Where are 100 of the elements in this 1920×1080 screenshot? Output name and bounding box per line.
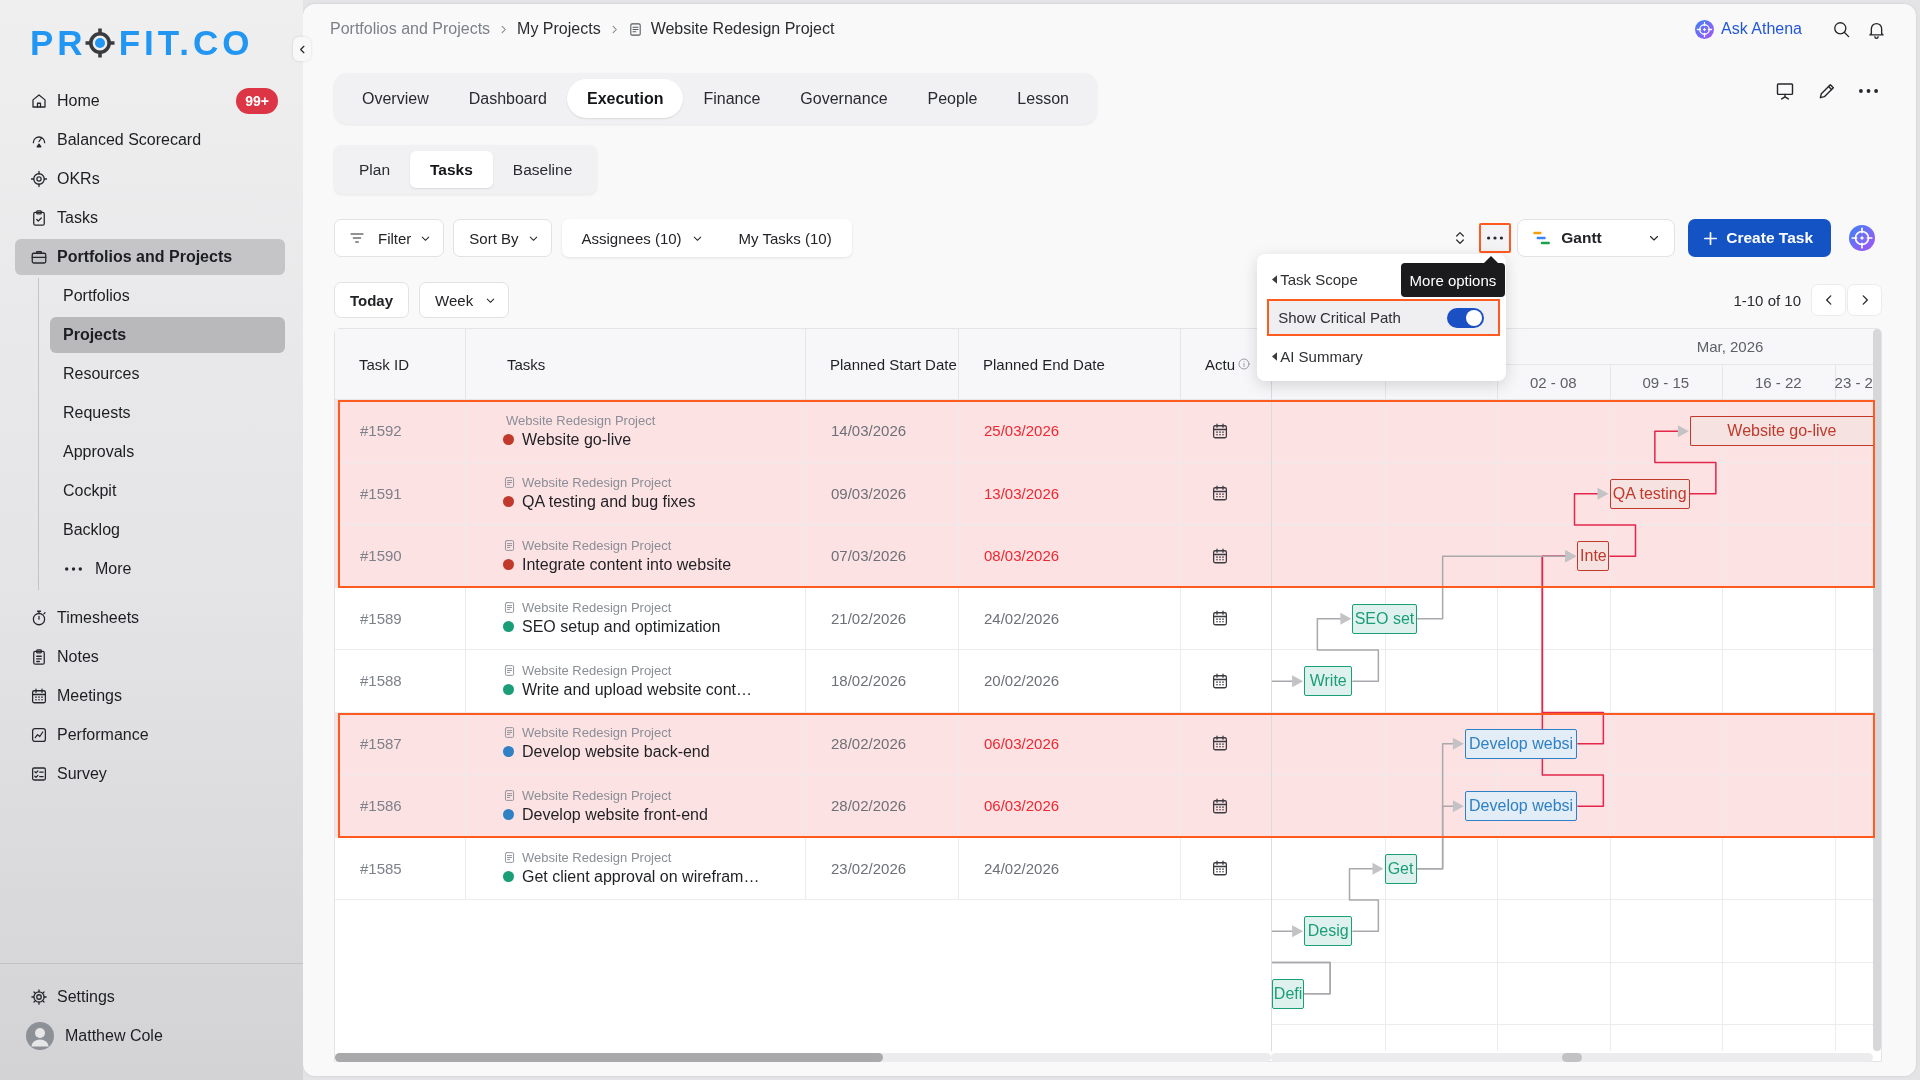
tab[interactable]: Execution	[566, 79, 684, 118]
calendar-icon[interactable]	[1211, 796, 1229, 815]
nav-item[interactable]: Home 99+	[15, 83, 285, 119]
tab[interactable]: Baseline	[492, 151, 593, 188]
text-button[interactable]: My Tasks (10)	[720, 221, 850, 255]
task-id: #1590	[360, 547, 402, 565]
task-name[interactable]: Integrate content into website	[522, 553, 732, 575]
task-bar[interactable]: Develop websi	[1464, 791, 1578, 822]
create-task-button[interactable]: Create Task	[1688, 219, 1831, 257]
scrollbar-thumb[interactable]	[1562, 1052, 1582, 1062]
end-date: 06/03/2026	[984, 797, 1060, 815]
calendar-icon[interactable]	[1211, 734, 1229, 753]
menu-item[interactable]: Show Critical Path	[1267, 299, 1501, 336]
start-date: 09/03/2026	[831, 484, 907, 502]
breadcrumb-current: Website Redesign Project	[650, 20, 835, 38]
nav-subitem[interactable]: More	[50, 551, 285, 587]
today-button[interactable]: Today	[334, 282, 410, 318]
more-icon	[65, 567, 82, 571]
breadcrumb-link[interactable]: My Projects	[517, 20, 601, 38]
task-name[interactable]: Develop website front-end	[522, 803, 708, 825]
week-label: 23 - 2	[1834, 373, 1873, 391]
filter-button[interactable]: Filter	[334, 219, 445, 257]
task-name[interactable]: Website go-live	[522, 428, 632, 450]
task-id: #1586	[360, 797, 402, 815]
tab[interactable]: Governance	[780, 79, 908, 118]
task-bar[interactable]: Develop websi	[1464, 728, 1578, 759]
task-bar[interactable]: Inte	[1577, 541, 1610, 572]
task-id: #1589	[360, 609, 402, 627]
task-name[interactable]: Write and upload website cont…	[522, 678, 753, 700]
calendar-icon[interactable]	[1211, 484, 1229, 503]
dropdown-button[interactable]: Assignees (10)	[563, 221, 721, 255]
more-options-button[interactable]	[1479, 223, 1512, 253]
dropdown-button[interactable]: Week	[419, 282, 510, 318]
tab[interactable]: Overview	[342, 79, 449, 118]
nav-item[interactable]: Survey	[15, 756, 285, 792]
filter-icon	[349, 230, 365, 246]
calendar-icon[interactable]	[1211, 859, 1229, 878]
dropdown-button[interactable]: Sort By	[453, 219, 552, 257]
nav-subitem[interactable]: Projects	[50, 317, 285, 353]
user-menu[interactable]: Matthew Cole	[15, 1018, 285, 1054]
more-icon[interactable]	[1859, 89, 1878, 93]
tab[interactable]: Plan	[339, 151, 411, 188]
end-date: 24/02/2026	[984, 609, 1060, 627]
collapse-button[interactable]	[293, 37, 311, 61]
tab[interactable]: Tasks	[410, 151, 493, 188]
nav-subitem[interactable]: Requests	[50, 395, 285, 431]
info-icon	[1238, 358, 1250, 370]
home-icon	[30, 92, 48, 110]
more-icon	[1487, 236, 1504, 240]
task-name[interactable]: QA testing and bug fixes	[522, 491, 696, 513]
avatar-icon	[26, 1022, 54, 1050]
calendar-icon[interactable]	[1211, 421, 1229, 440]
nav-subitem[interactable]: Resources	[50, 356, 285, 392]
nav-subitem[interactable]: Backlog	[50, 512, 285, 548]
clipboard-list-icon	[30, 648, 48, 666]
nav-item[interactable]: Balanced Scorecard	[15, 122, 285, 158]
start-date: 21/02/2026	[831, 609, 907, 627]
calendar-icon[interactable]	[1211, 546, 1229, 565]
nav-item[interactable]: Performance	[15, 717, 285, 753]
breadcrumb-link[interactable]: Portfolios and Projects	[330, 20, 491, 38]
tab[interactable]: People	[907, 79, 998, 118]
toggle-switch[interactable]	[1447, 307, 1485, 328]
assistant-link[interactable]: Ask Athena	[1721, 20, 1802, 38]
project-name: Website Redesign Project	[522, 786, 672, 804]
task-bar[interactable]: QA testing	[1609, 478, 1690, 509]
nav-item[interactable]: Settings	[15, 979, 285, 1015]
logo-text: FIT.CO	[118, 23, 254, 63]
pencil-icon[interactable]	[1817, 81, 1837, 101]
tab[interactable]: Dashboard	[448, 79, 567, 118]
nav-item[interactable]: Portfolios and Projects	[15, 239, 285, 275]
view-dropdown[interactable]: Gantt	[1517, 219, 1676, 257]
start-date: 18/02/2026	[831, 672, 907, 690]
menu-item[interactable]: AI Summary	[1267, 339, 1501, 373]
end-date: 20/02/2026	[984, 672, 1060, 690]
crosshair-icon[interactable]	[1849, 225, 1875, 251]
task-name[interactable]: Develop website back-end	[522, 741, 710, 763]
checklist-icon	[30, 765, 48, 783]
scrollbar-thumb[interactable]	[335, 1052, 883, 1062]
dependency-arrow	[1348, 862, 1384, 932]
tab[interactable]: Lesson	[997, 79, 1089, 118]
nav-subitem[interactable]: Approvals	[50, 434, 285, 470]
task-name[interactable]: Get client approval on wirefram…	[522, 866, 760, 888]
plus-icon	[1702, 229, 1720, 247]
calendar-icon	[30, 687, 48, 705]
task-bar[interactable]: Website go-live	[1689, 416, 1873, 447]
task-name[interactable]: SEO setup and optimization	[522, 616, 721, 638]
search-icon[interactable]	[1832, 19, 1851, 39]
task-id: #1591	[360, 484, 402, 502]
presentation-board-icon[interactable]	[1775, 81, 1795, 101]
nav-subitem[interactable]: Portfolios	[50, 278, 285, 314]
nav-item[interactable]: Meetings	[15, 678, 285, 714]
calendar-icon[interactable]	[1211, 609, 1229, 628]
nav-item[interactable]: Tasks	[15, 200, 285, 236]
nav-item[interactable]: Notes	[15, 639, 285, 675]
nav-item[interactable]: Timesheets	[15, 600, 285, 636]
column-header: Task ID	[359, 355, 409, 373]
nav-item[interactable]: OKRs	[15, 161, 285, 197]
nav-subitem[interactable]: Cockpit	[50, 473, 285, 509]
tab[interactable]: Finance	[683, 79, 781, 118]
calendar-icon[interactable]	[1211, 671, 1229, 690]
